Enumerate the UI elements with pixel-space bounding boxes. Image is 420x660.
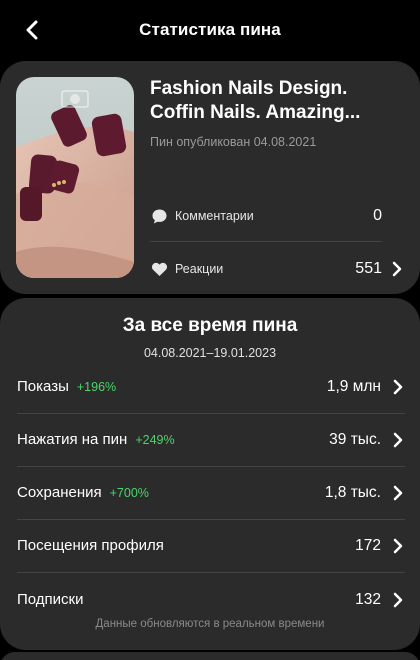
- chevron-right-icon: [391, 592, 405, 608]
- page-title: Статистика пина: [139, 20, 281, 39]
- comments-row: Комментарии 0: [150, 202, 404, 230]
- chevron-left-icon: [26, 20, 38, 40]
- pin-summary-card: Fashion Nails Design. Coffin Nails. Amaz…: [0, 61, 420, 294]
- comments-value: 0: [373, 207, 382, 224]
- realtime-note: Данные обновляются в реальном времени: [95, 618, 325, 630]
- section-title: За все время пина: [122, 315, 298, 336]
- metric-row-profile-visits[interactable]: Посещения профиля 172: [17, 519, 405, 572]
- metric-label: Сохранения: [17, 484, 102, 501]
- back-button[interactable]: [20, 18, 44, 42]
- lifetime-stats-card: За все время пина 04.08.2021–19.01.2023 …: [0, 298, 420, 650]
- pin-thumbnail[interactable]: [16, 77, 134, 278]
- chevron-right-icon: [391, 485, 405, 501]
- date-range: 04.08.2021–19.01.2023: [143, 346, 277, 360]
- metric-label: Посещения профиля: [17, 537, 164, 554]
- metric-label: Подписки: [17, 591, 84, 608]
- chevron-right-icon: [391, 538, 405, 554]
- comments-label: Комментарии: [175, 209, 254, 223]
- reactions-value: 551: [355, 260, 382, 277]
- reactions-row[interactable]: Реакции 551: [150, 255, 404, 283]
- metric-value: 132: [355, 590, 381, 608]
- metric-delta: +196%: [76, 379, 117, 394]
- metric-delta: +249%: [135, 432, 175, 447]
- metric-value: 39 тыс.: [329, 430, 381, 448]
- divider: [150, 241, 382, 242]
- metric-row-pin-clicks[interactable]: Нажатия на пин +249% 39 тыс.: [17, 413, 405, 466]
- metric-delta: +700%: [109, 485, 149, 500]
- chevron-right-icon: [390, 261, 404, 277]
- pin-title: Fashion Nails Design. Coffin Nails. Amaz…: [150, 78, 361, 123]
- top-bar: Статистика пина: [0, 0, 420, 60]
- chevron-right-icon: [391, 432, 405, 448]
- metric-value: 172: [355, 536, 381, 554]
- metric-label: Нажатия на пин: [17, 431, 128, 448]
- chevron-right-icon: [391, 379, 405, 395]
- metric-label: Показы: [17, 378, 69, 395]
- metric-row-impressions[interactable]: Показы +196% 1,9 млн: [17, 360, 405, 413]
- metric-value: 1,9 млн: [326, 377, 381, 395]
- reactions-label: Реакции: [175, 262, 224, 276]
- metric-row-saves[interactable]: Сохранения +700% 1,8 тыс.: [17, 466, 405, 519]
- nails-photo-image: [16, 77, 134, 278]
- comment-icon: [150, 207, 168, 225]
- heart-icon: [150, 260, 168, 278]
- pin-published-date: Пин опубликован 04.08.2021: [150, 135, 317, 149]
- next-card: [0, 652, 420, 660]
- metric-value: 1,8 тыс.: [324, 483, 381, 501]
